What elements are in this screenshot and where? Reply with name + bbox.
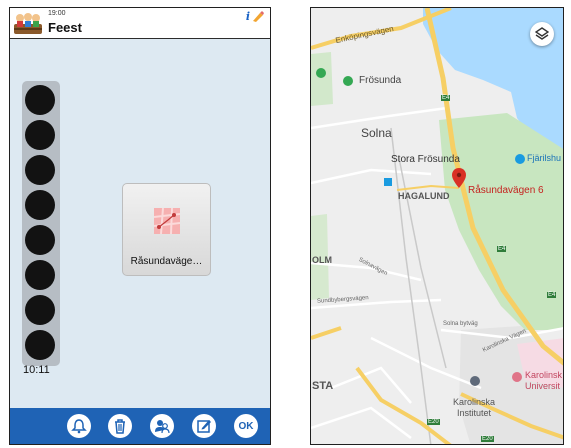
pin-label: Råsundavägen 6	[468, 185, 544, 196]
timeline-dot[interactable]	[25, 295, 55, 325]
timeline-dot[interactable]	[25, 120, 55, 150]
bottom-toolbar: OK	[10, 408, 270, 444]
area-label: OLM	[312, 255, 332, 265]
road-shield: E4	[441, 95, 451, 101]
poi-label: Karolinsk	[525, 370, 563, 380]
ok-button[interactable]: OK	[234, 414, 258, 438]
planner-app-screen: 19:00 Feest i 10:11 Råsundaväge… OK	[9, 7, 271, 445]
timeline-dot[interactable]	[25, 85, 55, 115]
trash-icon	[115, 419, 125, 434]
station-icon	[384, 178, 392, 186]
app-header: 19:00 Feest i	[10, 8, 270, 39]
hospital-poi-icon	[512, 372, 522, 382]
institute-poi-icon	[470, 376, 480, 386]
garden-poi-icon	[515, 154, 525, 164]
timeline-time: 10:11	[23, 364, 50, 376]
delete-button[interactable]	[108, 414, 132, 438]
poi-label: Karolinska	[453, 397, 496, 407]
area-label: STA	[312, 380, 334, 392]
timeline-dot[interactable]	[25, 190, 55, 220]
activity-tile-label: Råsundaväge…	[130, 256, 203, 267]
park-area	[311, 52, 333, 106]
road-shield: E4	[497, 246, 507, 252]
activity-tile[interactable]: Råsundaväge…	[122, 183, 211, 276]
road-shield: E20	[427, 419, 440, 425]
park-poi-icon	[316, 68, 326, 78]
timeline-dot[interactable]	[25, 330, 55, 360]
timeline-dot[interactable]	[25, 155, 55, 185]
area-label: HAGALUND	[398, 191, 450, 201]
alarm-button[interactable]	[67, 414, 91, 438]
edit-icon	[197, 420, 211, 433]
layers-icon	[535, 27, 549, 40]
edit-button[interactable]	[192, 414, 216, 438]
road-label: Solna bytväg	[443, 321, 478, 327]
park-poi-icon	[343, 76, 353, 86]
poi-label: Fjärilshu	[527, 153, 562, 163]
participants-button[interactable]	[150, 414, 174, 438]
road-shield: E20	[481, 436, 494, 442]
poi-label: Institutet	[457, 408, 492, 418]
header-time: 19:00	[48, 10, 66, 17]
schedule-timeline	[22, 81, 60, 366]
area-label: Stora Frösunda	[391, 154, 460, 165]
timeline-dot[interactable]	[25, 260, 55, 290]
map-view[interactable]: Enköpingsvägen Frösunda Solna Stora Frös…	[310, 7, 564, 445]
road-shield: E4	[547, 292, 557, 298]
people-icon	[155, 420, 170, 434]
bell-icon	[71, 419, 87, 434]
page-title: Feest	[48, 20, 82, 35]
area-label: Solna	[361, 126, 392, 140]
map-icon	[154, 208, 180, 234]
group-icon	[14, 13, 42, 34]
map-layers-button[interactable]	[530, 22, 554, 46]
poi-label: Universit	[525, 381, 561, 391]
info-icon[interactable]: i	[246, 10, 250, 23]
area-label: Frösunda	[359, 75, 402, 86]
pencil-flag-icon[interactable]	[252, 11, 264, 22]
timeline-dot[interactable]	[25, 225, 55, 255]
